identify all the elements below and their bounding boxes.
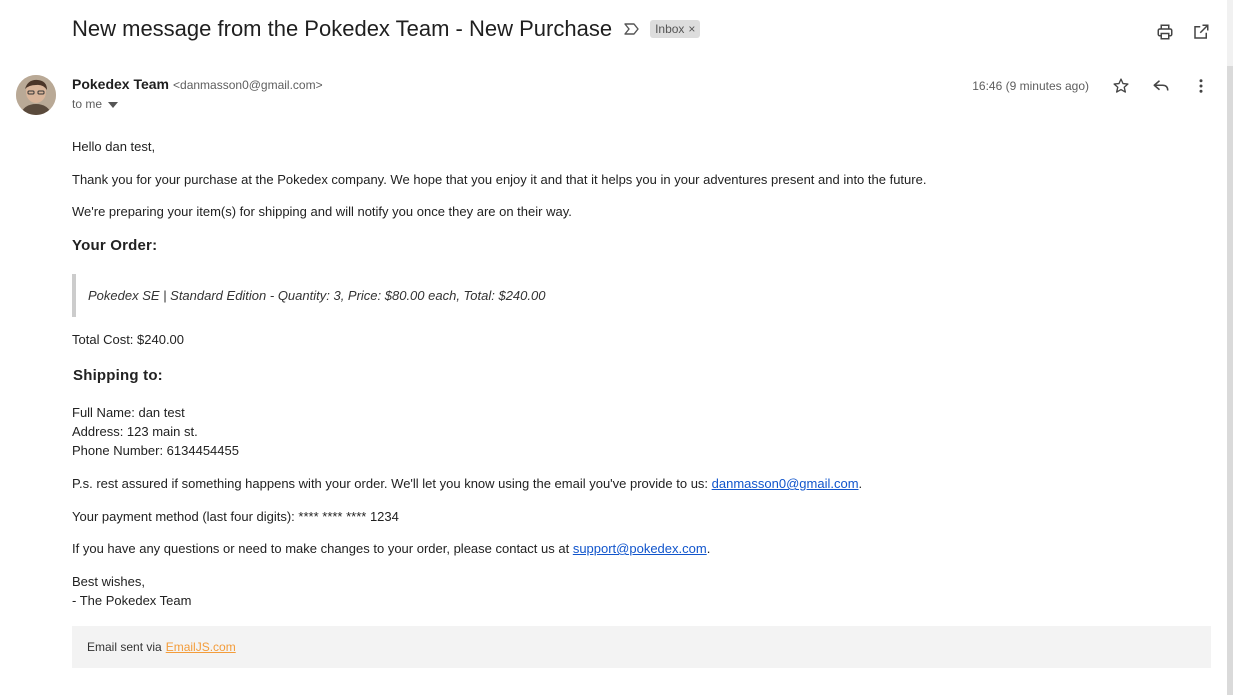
subject-row: New message from the Pokedex Team - New … [72,16,701,42]
questions-paragraph: If you have any questions or need to mak… [72,539,710,558]
importance-marker-icon[interactable] [624,20,642,38]
timestamp: 16:46 (9 minutes ago) [972,79,1089,93]
top-actions [1155,22,1211,42]
customer-email-link[interactable]: danmasson0@gmail.com [712,476,859,491]
ps-paragraph: P.s. rest assured if something happens w… [72,474,862,493]
phone-number: Phone Number: 6134454455 [72,443,239,458]
print-icon[interactable] [1155,22,1175,42]
remove-label-button[interactable]: × [688,22,695,36]
caret-down-icon[interactable] [108,97,119,111]
shipping-heading: Shipping to: [73,367,163,384]
full-name: Full Name: dan test [72,405,185,420]
ps-text: P.s. rest assured if something happens w… [72,476,712,491]
address: Address: 123 main st. [72,424,198,439]
thanks-paragraph: Thank you for your purchase at the Poked… [72,172,927,187]
recipient-row[interactable]: to me [72,97,119,111]
more-vert-icon[interactable] [1191,76,1211,96]
footer-text: Email sent via [87,640,162,654]
questions-text: If you have any questions or need to mak… [72,541,573,556]
message-actions: 16:46 (9 minutes ago) [972,76,1211,96]
scrollbar-thumb[interactable] [1227,66,1233,695]
sender-row: Pokedex Team <danmasson0@gmail.com> [72,76,323,92]
email-subject: New message from the Pokedex Team - New … [72,16,613,41]
sender-email: <danmasson0@gmail.com> [173,78,323,92]
star-icon[interactable] [1111,76,1131,96]
signature-line-1: Best wishes, [72,574,145,589]
ps-end: . [858,476,863,491]
greeting: Hello dan test, [72,139,156,154]
support-email-link[interactable]: support@pokedex.com [573,541,707,556]
shipping-details: Full Name: dan test Address: 123 main st… [72,403,239,460]
open-in-new-window-icon[interactable] [1191,22,1211,42]
payment-method: Your payment method (last four digits): … [72,509,399,524]
order-heading: Your Order: [72,237,158,254]
email-footer: Email sent via EmailJS.com [72,626,1211,668]
signature: Best wishes, - The Pokedex Team [72,572,191,610]
emailjs-link[interactable]: EmailJS.com [166,640,236,654]
avatar[interactable] [16,75,56,115]
sender-name[interactable]: Pokedex Team [72,76,169,92]
recipient-label: to me [72,97,103,111]
order-item-line: Pokedex SE | Standard Edition - Quantity… [88,288,546,303]
reply-icon[interactable] [1151,76,1171,96]
label-chip-inbox: Inbox × [650,20,701,38]
order-item-quote: Pokedex SE | Standard Edition - Quantity… [72,274,648,317]
scrollbar[interactable] [1227,0,1233,695]
label-chip-text: Inbox [655,22,685,36]
total-cost: Total Cost: $240.00 [72,332,185,347]
questions-end: . [706,541,711,556]
preparing-paragraph: We're preparing your item(s) for shippin… [72,204,572,219]
signature-line-2: - The Pokedex Team [72,593,192,608]
